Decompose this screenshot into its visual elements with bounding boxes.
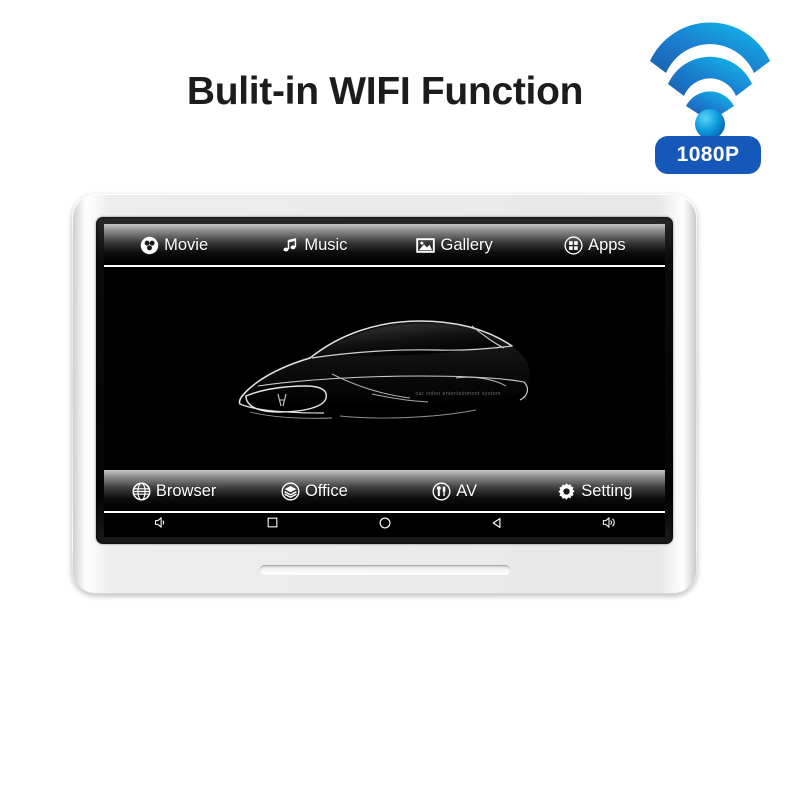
screen-bezel: Movie Music Gallery Apps car video enter… [96, 217, 673, 544]
device-screen: Movie Music Gallery Apps car video enter… [104, 224, 665, 537]
menu-item-apps[interactable]: Apps [525, 234, 665, 255]
menu-label: Gallery [440, 235, 493, 254]
wifi-signal-icon [650, 22, 770, 136]
menu-item-movie[interactable]: Movie [104, 234, 244, 255]
headrest-monitor-device: Movie Music Gallery Apps car video enter… [72, 194, 697, 594]
volume-down-button[interactable] [104, 515, 216, 535]
menu-item-av[interactable]: AV [385, 480, 525, 501]
android-nav-bar [104, 513, 665, 537]
film-reel-icon [140, 236, 159, 255]
volume-up-button[interactable] [553, 515, 665, 535]
page-title: Bulit-in WIFI Function [186, 70, 584, 113]
speaker-grille-slot [259, 565, 510, 574]
menu-label: Setting [581, 481, 633, 500]
square-icon [266, 516, 279, 534]
menu-label: Office [304, 481, 348, 500]
menu-item-music[interactable]: Music [244, 234, 384, 255]
menu-label: AV [456, 481, 478, 500]
apps-grid-icon [564, 235, 583, 255]
bottom-menu-bar: Browser Office AV Setting [104, 470, 665, 513]
sports-car-line-art: car video entertainment system [220, 294, 550, 444]
menu-item-office[interactable]: Office [244, 480, 384, 501]
home-button[interactable] [328, 516, 440, 535]
wallpaper-caption: car video entertainment system [415, 390, 501, 397]
menu-label: Apps [588, 235, 626, 254]
back-button[interactable] [441, 516, 553, 535]
menu-item-gallery[interactable]: Gallery [385, 234, 525, 255]
triangle-left-icon [490, 516, 504, 535]
menu-label: Music [304, 235, 348, 254]
menu-item-browser[interactable]: Browser [104, 480, 244, 501]
av-plug-icon [432, 482, 451, 501]
volume-down-icon [153, 515, 168, 535]
layers-icon [281, 482, 300, 501]
wallpaper-area: car video entertainment system [104, 267, 665, 470]
gear-icon [557, 482, 576, 501]
picture-icon [416, 236, 436, 255]
menu-label: Browser [155, 481, 217, 500]
recent-apps-button[interactable] [216, 516, 328, 534]
wifi-badge-block: 1080P [638, 14, 786, 176]
music-note-icon [281, 236, 299, 255]
circle-icon [378, 516, 392, 535]
volume-up-icon [601, 515, 617, 535]
top-menu-bar: Movie Music Gallery Apps [104, 224, 665, 267]
page-root: Bulit-in WIFI Function 1080P Movie Music… [0, 0, 800, 800]
menu-label: Movie [164, 235, 209, 254]
resolution-badge: 1080P [655, 136, 761, 174]
globe-icon [132, 482, 151, 501]
menu-item-setting[interactable]: Setting [525, 480, 665, 501]
